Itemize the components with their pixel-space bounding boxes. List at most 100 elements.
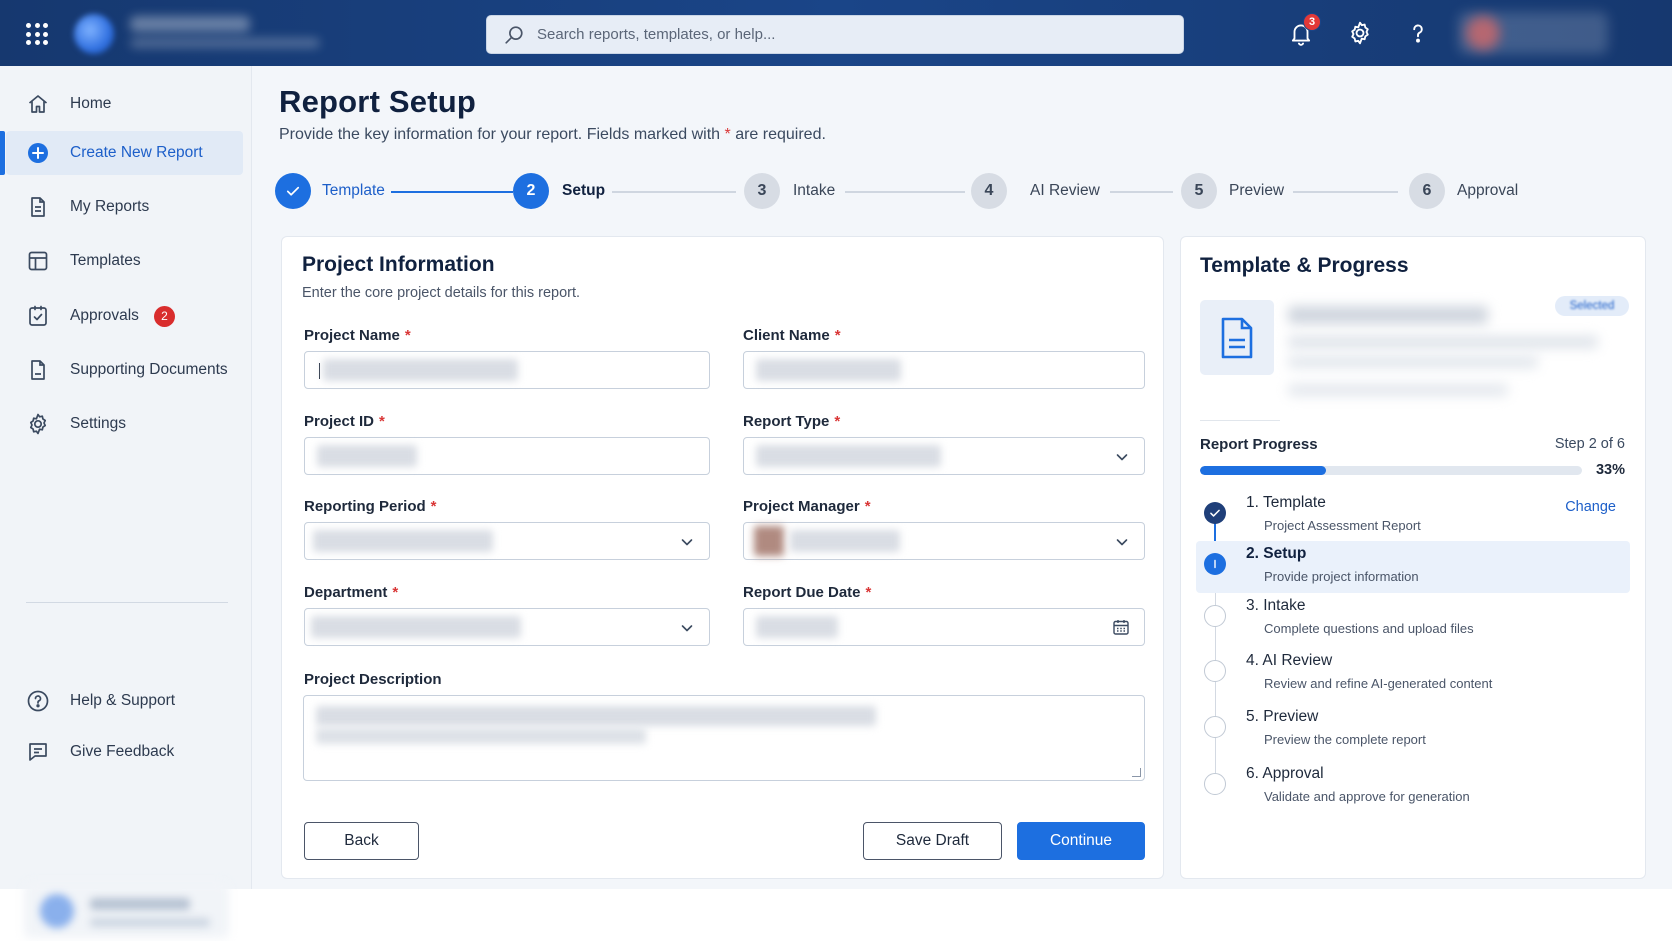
reporting-period-label: Reporting Period *	[304, 498, 437, 515]
sidebar-item-my-reports[interactable]: My Reports	[6, 185, 243, 229]
top-bar: 3	[0, 0, 1672, 66]
step-5-label: Preview	[1229, 182, 1285, 199]
report-type-label: Report Type *	[743, 413, 841, 430]
project-name-input[interactable]	[304, 351, 710, 389]
template-description-blurred	[1288, 336, 1598, 348]
step-2-label[interactable]: Setup	[562, 182, 605, 200]
brand-name-blurred	[130, 16, 250, 32]
logo	[74, 14, 114, 54]
project-name-label: Project Name *	[304, 327, 411, 344]
project-id-label: Project ID *	[304, 413, 385, 430]
sidebar-item-approvals[interactable]: Approvals 2	[6, 294, 243, 338]
report-due-date-label: Report Due Date *	[743, 584, 872, 601]
progress-step-setup: 2. Setup Provide project information	[1196, 541, 1630, 593]
feedback-icon	[29, 743, 47, 761]
check-document-icon	[29, 305, 47, 326]
step-1-check-icon[interactable]	[275, 173, 311, 209]
project-id-input[interactable]	[304, 437, 710, 475]
progress-step-title: 1. Template	[1246, 494, 1326, 511]
progress-step-title: 6. Approval	[1246, 765, 1324, 782]
reporting-period-select[interactable]	[304, 522, 710, 560]
project-manager-label: Project Manager *	[743, 498, 871, 515]
step-1-label[interactable]: Template	[322, 182, 385, 200]
template-thumbnail	[1200, 300, 1274, 375]
progress-step-desc: Complete questions and upload files	[1264, 621, 1474, 636]
step-connector	[1110, 191, 1173, 193]
sidebar-item-help-support[interactable]: Help & Support	[6, 679, 243, 723]
sidebar-item-supporting-documents[interactable]: Supporting Documents	[6, 348, 243, 392]
progress-step-template: 1. Template Project Assessment Report Ch…	[1196, 490, 1630, 542]
sidebar-item-settings[interactable]: Settings	[6, 402, 243, 446]
brand-tagline-blurred	[130, 38, 320, 48]
gear-icon[interactable]	[1347, 20, 1373, 46]
progress-step-desc: Provide project information	[1264, 569, 1419, 584]
sidebar-item-label: Approvals	[70, 307, 139, 324]
wizard-stepper: Template 2 Setup 3 Intake 4 AI Review 5 …	[275, 173, 1575, 213]
page-subtitle: Provide the key information for your rep…	[279, 126, 826, 143]
help-icon[interactable]	[1405, 20, 1431, 46]
step-5-circle: 5	[1181, 173, 1217, 209]
check-icon	[1204, 502, 1226, 524]
template-name-blurred	[1288, 306, 1488, 324]
progress-step-title: 3. Intake	[1246, 597, 1306, 614]
progress-step-title: 5. Preview	[1246, 708, 1319, 725]
resize-handle-icon[interactable]	[1132, 768, 1141, 777]
client-name-input[interactable]	[743, 351, 1145, 389]
document-icon	[31, 197, 45, 217]
gear-icon	[29, 413, 47, 435]
step-6-circle: 6	[1409, 173, 1445, 209]
progress-step-desc: Preview the complete report	[1264, 732, 1426, 747]
template-progress-title: Template & Progress	[1200, 254, 1409, 277]
continue-button[interactable]: Continue	[1017, 822, 1145, 860]
back-button[interactable]: Back	[304, 822, 419, 860]
template-description-blurred	[1288, 356, 1538, 368]
sidebar-item-give-feedback[interactable]: Give Feedback	[6, 730, 243, 774]
step-6-label: Approval	[1457, 182, 1519, 199]
sidebar-item-create-new-report[interactable]: Create New Report	[0, 131, 243, 175]
step-connector	[1293, 191, 1398, 193]
report-type-select[interactable]	[743, 437, 1145, 475]
empty-circle-icon	[1204, 716, 1226, 738]
progress-step-ai-review: 4. AI Review Review and refine AI-genera…	[1196, 648, 1630, 700]
save-draft-button[interactable]: Save Draft	[863, 822, 1002, 860]
progress-step-preview: 5. Preview Preview the complete report	[1196, 704, 1630, 756]
footer-strip	[0, 889, 1672, 941]
department-select[interactable]	[304, 608, 710, 646]
change-template-link[interactable]: Change	[1565, 499, 1616, 515]
help-circle-icon	[27, 690, 49, 712]
avatar	[754, 526, 784, 556]
step-2-circle[interactable]: 2	[513, 173, 549, 209]
step-4-label: AI Review	[1030, 182, 1100, 199]
search-bar[interactable]	[486, 15, 1184, 54]
template-icon	[28, 251, 48, 271]
progress-step-desc: Project Assessment Report	[1264, 518, 1421, 533]
empty-circle-icon	[1204, 660, 1226, 682]
project-description-textarea[interactable]	[303, 695, 1145, 781]
document-icon	[1221, 317, 1253, 358]
client-name-label: Client Name *	[743, 327, 841, 344]
calendar-icon[interactable]	[1112, 618, 1130, 636]
project-manager-select[interactable]	[743, 522, 1145, 560]
sidebar-item-templates[interactable]: Templates	[6, 239, 243, 283]
divider	[1200, 420, 1280, 421]
app-launcher-icon[interactable]	[26, 23, 48, 45]
report-progress-step: Step 2 of 6	[1554, 436, 1625, 452]
empty-circle-icon	[1204, 605, 1226, 627]
sidebar-item-label: Settings	[70, 415, 127, 432]
project-description-label: Project Description	[304, 671, 442, 688]
chevron-down-icon	[681, 539, 693, 546]
template-meta-blurred	[1288, 384, 1508, 396]
project-card-subtitle: Enter the core project details for this …	[302, 285, 581, 301]
progress-step-desc: Validate and approve for generation	[1264, 789, 1470, 804]
document-icon	[31, 360, 45, 380]
chevron-down-icon	[1116, 539, 1128, 546]
sidebar-item-label: Give Feedback	[70, 743, 175, 760]
avatar[interactable]	[1466, 16, 1500, 50]
report-progress-percent: 33%	[1595, 462, 1625, 478]
progress-step-approval: 6. Approval Validate and approve for gen…	[1196, 761, 1630, 813]
sidebar-item-label: Help & Support	[70, 692, 176, 709]
chevron-down-icon	[1116, 454, 1128, 461]
report-due-date-input[interactable]	[743, 608, 1145, 646]
search-input[interactable]	[537, 26, 1137, 43]
sidebar-item-home[interactable]: Home	[6, 82, 243, 126]
